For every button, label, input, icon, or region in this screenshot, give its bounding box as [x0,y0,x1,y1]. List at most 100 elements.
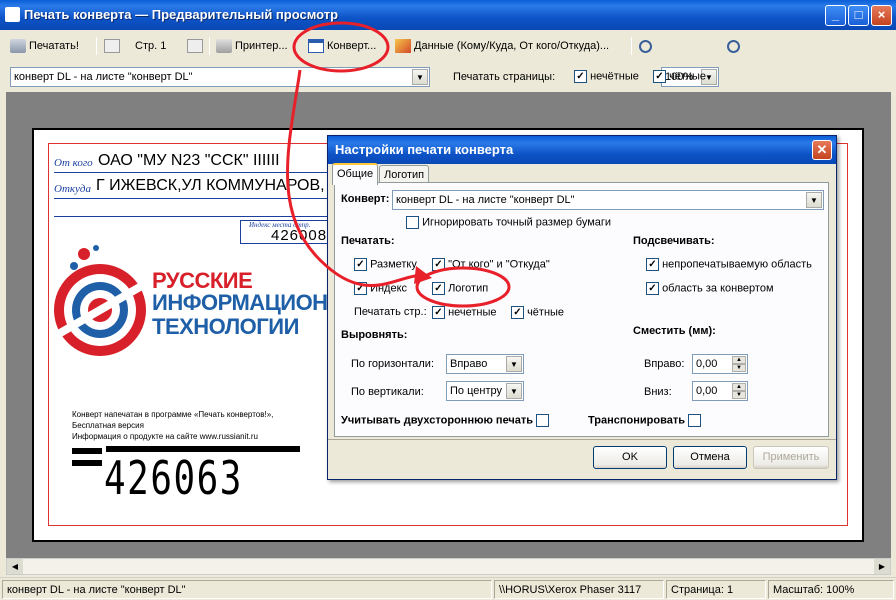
dialog-titlebar: Настройки печати конверта ✕ [328,136,836,164]
dialog-even-checkbox[interactable]: ✓ чётные [511,306,564,319]
dialog-title: Настройки печати конверта [335,142,514,157]
from-where-checkbox[interactable]: ✓ "От кого" и "Откуда" [432,258,550,271]
close-button[interactable]: × [871,5,892,26]
printer-icon [10,39,26,54]
scroll-right-icon[interactable]: ▶ [874,559,890,574]
index-box: Индекс места отпр. 426008 [240,220,328,244]
where-label: Откуда [54,183,91,195]
checkbox-checked-icon: ✓ [354,258,367,271]
envelope-settings-dialog: Настройки печати конверта ✕ Общие Логоти… [327,135,837,480]
odd-pages-checkbox[interactable]: ✓ нечётные [574,70,639,83]
ok-button[interactable]: OK [593,446,667,469]
envelope-label: Конверт... [327,40,377,52]
transpose-label: Транспонировать [588,414,685,427]
envelope-label: Конверт: [341,193,390,205]
spin-up-icon[interactable]: ▲ [732,383,746,391]
envelope-format-select[interactable]: конверт DL - на листе "конверт DL" ▼ [10,67,430,87]
status-page: Страница: 1 [666,580,766,599]
where-underline [54,198,328,199]
duplex-label: Учитывать двухстороннюю печать [341,414,534,427]
checkbox-checked-icon: ✓ [432,306,445,319]
checkbox-unchecked-icon [536,414,550,427]
checkbox-checked-icon: ✓ [574,70,587,83]
index-value: 426008 [271,227,328,244]
dialog-close-button[interactable]: ✕ [812,140,832,160]
credit-line2: Бесплатная версия [72,421,144,430]
duplex-checkbox[interactable]: Учитывать двухстороннюю печать [341,414,550,427]
barcode-mark [72,448,102,454]
status-printer: \\HORUS\Xerox Phaser 3117 [494,580,664,599]
even-pages-label: чётные [669,70,707,83]
toolbar: Печатать! Стр. 1 Принтер... Конверт... Д… [0,31,896,87]
vert-align-select[interactable]: По центру ▼ [446,381,524,401]
nonprint-area-checkbox[interactable]: ✓ непропечатываемую область [646,258,812,271]
index-checkbox[interactable]: ✓ Индекс [354,282,407,295]
dialog-envelope-value: конверт DL - на листе "конверт DL" [396,194,575,206]
from-where-label: "От кого" и "Откуда" [448,258,550,271]
window-title: Печать конверта — Предварительный просмо… [24,7,339,22]
print-header: Печатать: [341,235,395,247]
envelope-format-value: конверт DL - на листе "конверт DL" [14,71,193,83]
next-page-button[interactable] [187,35,206,57]
chevron-down-icon: ▼ [506,383,522,399]
markup-label: Разметку [370,258,417,271]
checkbox-checked-icon: ✓ [354,282,367,295]
printer-button[interactable]: Принтер... [216,35,288,57]
checkbox-checked-icon: ✓ [432,258,445,271]
logo-line3: ТЕХНОЛОГИИ [152,314,299,339]
cancel-button[interactable]: Отмена [673,446,747,469]
logo-checkbox[interactable]: ✓ Логотип [432,282,488,295]
from-value: ОАО "МУ N23 "ССК" IIIIII [98,152,280,169]
edit-data-icon [395,39,411,54]
tab-general[interactable]: Общие [332,163,379,185]
chevron-down-icon: ▼ [806,192,822,208]
print-pages-label: Печатать страницы: [453,71,556,83]
nonprint-area-label: непропечатываемую область [662,258,812,271]
window-titlebar: Печать конверта — Предварительный просмо… [0,0,896,30]
checkbox-checked-icon: ✓ [432,282,445,295]
horizontal-scrollbar[interactable]: ◀ ▶ [6,558,891,575]
spin-up-icon[interactable]: ▲ [732,356,746,364]
zoom-in-button[interactable] [727,35,743,57]
align-header: Выровнять: [341,329,408,341]
page-number: Стр. 1 [135,40,167,52]
address-line [54,216,328,217]
vert-label: По вертикали: [351,386,424,398]
transpose-checkbox[interactable]: Транспонировать [588,414,702,427]
logo-apple-icon [54,245,146,356]
checkbox-checked-icon: ✓ [646,258,659,271]
envelope-icon [308,39,324,54]
horiz-align-select[interactable]: Вправо ▼ [446,354,524,374]
credit-line3: Информация о продукте на сайте www.russi… [72,432,258,441]
checkbox-checked-icon: ✓ [511,306,524,319]
data-label: Данные (Кому/Куда, От кого/Откуда)... [414,40,610,52]
envelope-button[interactable]: Конверт... [308,35,376,57]
markup-checkbox[interactable]: ✓ Разметку [354,258,417,271]
apply-button[interactable]: Применить [753,446,829,469]
even-pages-checkbox[interactable]: ✓ чётные [653,70,706,83]
shift-right-label: Вправо: [644,358,685,370]
dialog-odd-checkbox[interactable]: ✓ нечетные [432,306,497,319]
spin-down-icon[interactable]: ▼ [732,391,746,399]
data-button[interactable]: Данные (Кому/Куда, От кого/Откуда)... [395,35,609,57]
maximize-button[interactable]: □ [848,5,869,26]
status-envelope: конверт DL - на листе "конверт DL" [2,580,492,599]
zoom-out-button[interactable] [639,35,655,57]
dialog-even-label: чётные [527,306,565,319]
print-button[interactable]: Печатать! [10,35,79,57]
shift-right-input[interactable]: 0,00 ▲ ▼ [692,354,748,374]
scroll-left-icon[interactable]: ◀ [7,559,23,574]
minimize-button[interactable]: _ [825,5,846,26]
dialog-envelope-select[interactable]: конверт DL - на листе "конверт DL" ▼ [392,190,824,210]
prev-page-button[interactable] [104,35,123,57]
where-value: Г ИЖЕВСК,УЛ КОММУНАРОВ, [96,177,325,194]
shift-down-input[interactable]: 0,00 ▲ ▼ [692,381,748,401]
shift-right-value: 0,00 [696,358,718,370]
ignore-size-checkbox[interactable]: Игнорировать точный размер бумаги [406,216,611,229]
checkbox-unchecked-icon [406,216,419,229]
shift-header: Сместить (мм): [633,325,716,337]
outside-area-checkbox[interactable]: ✓ область за конвертом [646,282,774,295]
spin-down-icon[interactable]: ▼ [732,364,746,372]
shift-down-label: Вниз: [644,386,672,398]
vert-align-value: По центру [450,385,502,397]
